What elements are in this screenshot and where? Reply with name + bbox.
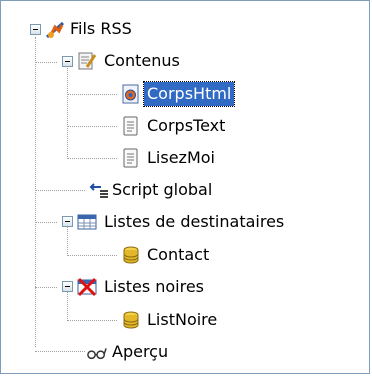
collapse-button[interactable] [62, 216, 73, 227]
tree-node-apercu[interactable]: Aperçu [109, 340, 171, 364]
tree-line [35, 190, 85, 191]
tree-line [67, 126, 117, 127]
document-edit-icon [78, 52, 97, 70]
tree-node-corpshtml[interactable]: CorpsHtml [142, 81, 236, 107]
tree-line [35, 351, 85, 352]
glasses-icon [87, 348, 107, 360]
blacklist-icon [77, 277, 97, 297]
tree-line [35, 62, 57, 63]
rss-feeds-icon [46, 21, 64, 39]
database-icon [123, 311, 139, 329]
table-icon [77, 214, 97, 230]
tree-view[interactable]: Fils RSS Contenus CorpsHtml CorpsText Li… [0, 0, 370, 374]
tree-line [67, 320, 117, 321]
script-icon [89, 183, 108, 198]
text-file-icon [123, 116, 138, 136]
tree-node-fils-rss[interactable]: Fils RSS [67, 17, 135, 41]
collapse-button[interactable] [30, 24, 41, 35]
tree-line [67, 63, 68, 157]
tree-node-script-global[interactable]: Script global [109, 178, 215, 202]
text-file-icon [123, 148, 138, 168]
tree-line [67, 158, 117, 159]
tree-line [67, 289, 68, 321]
tree-node-contenus[interactable]: Contenus [101, 49, 183, 73]
tree-node-listes-destinataires[interactable]: Listes de destinataires [101, 210, 287, 234]
tree-line [67, 255, 117, 256]
tree-line [67, 94, 117, 95]
tree-node-listes-noires[interactable]: Listes noires [101, 275, 207, 299]
tree-line [35, 222, 57, 223]
database-icon [123, 246, 139, 264]
tree-node-corpstext[interactable]: CorpsText [144, 114, 228, 138]
tree-node-lisezmoi[interactable]: LisezMoi [144, 146, 218, 170]
collapse-button[interactable] [62, 281, 73, 292]
html-page-icon [122, 84, 139, 104]
tree-node-listnoire[interactable]: ListNoire [144, 308, 220, 332]
tree-line [67, 224, 68, 256]
collapse-button[interactable] [62, 56, 73, 67]
tree-node-contact[interactable]: Contact [144, 243, 212, 267]
tree-line [35, 287, 57, 288]
tree-line [35, 37, 36, 347]
